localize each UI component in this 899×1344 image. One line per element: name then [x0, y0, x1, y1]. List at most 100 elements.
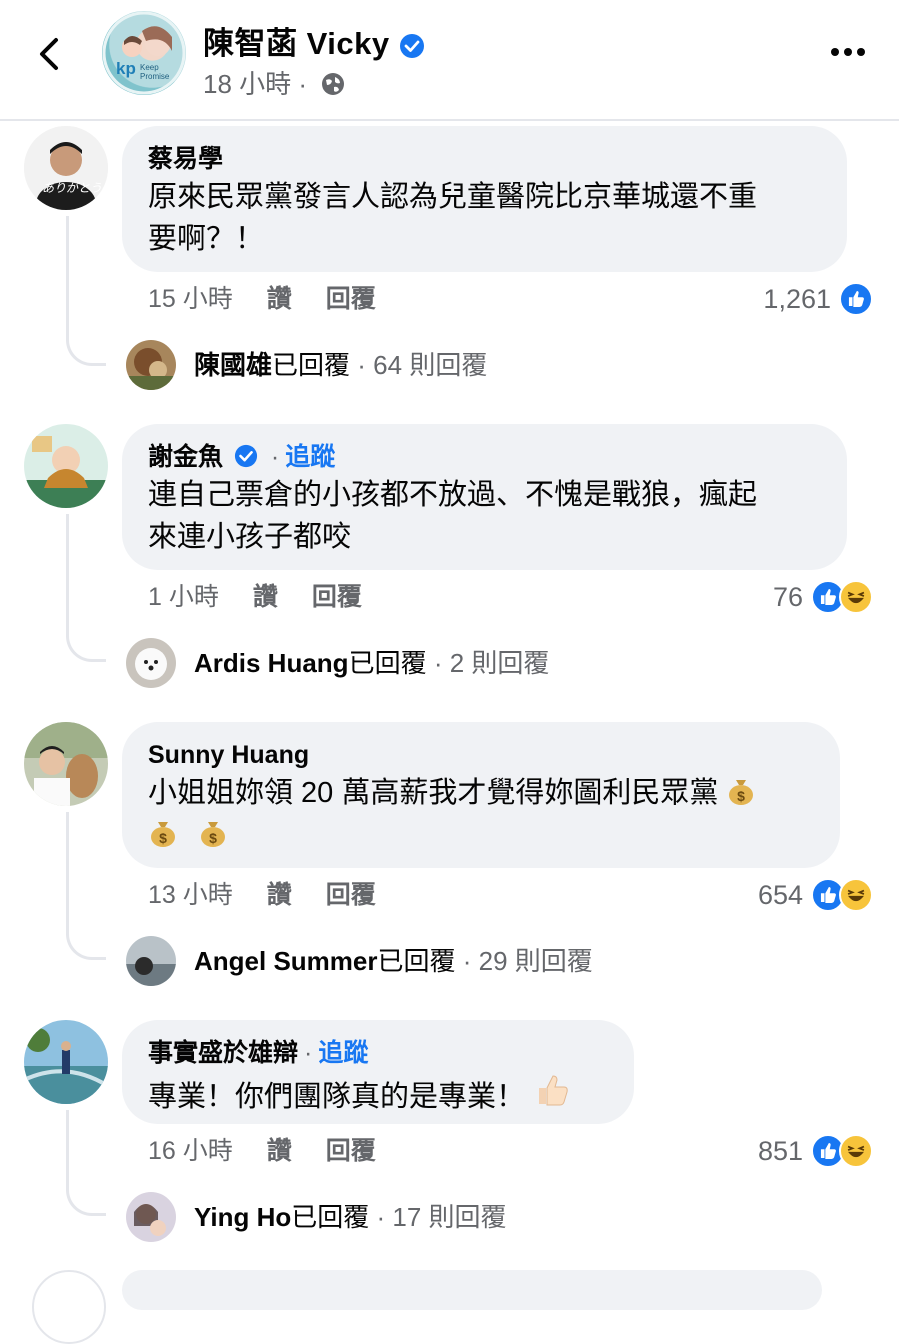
reply-count: 17 則回覆: [392, 1202, 507, 1232]
comment-actions: 1 小時 讚 回覆: [148, 580, 362, 614]
comment-actions: 13 小時 讚 回覆: [148, 878, 376, 912]
reply-separator: ·: [433, 648, 443, 678]
like-button[interactable]: 讚: [267, 1137, 292, 1165]
reply-author: Ying Ho: [194, 1202, 292, 1232]
reaction-summary[interactable]: 654: [758, 878, 873, 912]
reaction-count: 654: [757, 880, 803, 910]
svg-text:$: $: [209, 830, 217, 846]
replied-label: 已回覆: [377, 946, 456, 976]
like-button[interactable]: 讚: [253, 583, 278, 611]
commenter-avatar[interactable]: [24, 424, 108, 508]
keep-promise-text: Keep Promise: [140, 63, 170, 81]
comment-author[interactable]: Sunny Huang: [148, 738, 814, 772]
meta-separator: ·: [298, 69, 308, 99]
comment-author[interactable]: 謝金魚 · 追蹤: [148, 440, 821, 474]
reaction-summary[interactable]: 1,261: [763, 282, 873, 316]
comment-time[interactable]: 13 小時: [148, 881, 233, 909]
money-bag-icon: $: [729, 780, 754, 805]
reply-author: 陳國雄: [194, 350, 273, 380]
reaction-count: 76: [772, 582, 803, 612]
view-replies-link[interactable]: Ying Ho已回覆 · 17 則回覆: [194, 1200, 507, 1234]
haha-reaction-icon: [839, 878, 873, 912]
like-reaction-icon: [839, 282, 873, 316]
keep-promise-logo: kp: [116, 59, 136, 78]
header-divider: [0, 119, 899, 121]
reply-count: 29 則回覆: [478, 946, 593, 976]
reply-avatar[interactable]: [126, 936, 176, 986]
reply-separator: ·: [357, 350, 366, 380]
comment-bubble[interactable]: 事實盛於雄辯 · 追蹤 專業！你們團隊真的是專業！: [122, 1020, 634, 1124]
follow-button[interactable]: 追蹤: [318, 1039, 368, 1067]
commenter-avatar[interactable]: [24, 1020, 108, 1104]
comment-time[interactable]: 15 小時: [148, 285, 233, 313]
back-icon[interactable]: [34, 36, 66, 72]
thread-line: [66, 514, 106, 662]
reply-separator: ·: [462, 946, 472, 976]
reply-separator: ·: [376, 1202, 386, 1232]
follow-button[interactable]: 追蹤: [285, 443, 335, 471]
post-header: kp Keep Promise 陳智菡 Vicky 18 小時 ·: [0, 0, 899, 120]
svg-text:ありがとう: ありがとう: [42, 181, 102, 195]
author-separator: ·: [270, 443, 280, 471]
comment-bubble[interactable]: 謝金魚 · 追蹤 連自己票倉的小孩都不放過、不愧是戰狼，瘋起 來連小孩子都咬: [122, 424, 847, 570]
thumbs-up-icon: [539, 1075, 568, 1106]
svg-text:$: $: [159, 830, 167, 846]
thread-line: [66, 216, 106, 366]
more-icon[interactable]: [830, 46, 866, 58]
reply-avatar[interactable]: [126, 1192, 176, 1242]
next-commenter-avatar[interactable]: [32, 1270, 106, 1344]
comment-text: 原來民眾黨發言人認為兒童醫院比京華城還不重: [148, 181, 758, 213]
comment-author[interactable]: 事實盛於雄辯 · 追蹤: [148, 1036, 608, 1070]
reply-count: 2 則回覆: [449, 648, 550, 678]
comment-text-line2: 來連小孩子都咬: [148, 521, 352, 553]
reply-button[interactable]: 回覆: [326, 1137, 376, 1165]
reaction-summary[interactable]: 851: [758, 1134, 873, 1168]
page-name-text: 陳智菡 Vicky: [203, 26, 390, 61]
globe-icon: [322, 73, 345, 95]
comment-time[interactable]: 16 小時: [148, 1137, 233, 1165]
page-name[interactable]: 陳智菡 Vicky: [203, 18, 425, 63]
commenter-avatar[interactable]: [24, 722, 108, 806]
like-button[interactable]: 讚: [267, 881, 292, 909]
reply-avatar[interactable]: [126, 340, 176, 390]
comment-text-line2: 要啊？！: [148, 223, 265, 255]
next-comment-bubble[interactable]: [122, 1270, 822, 1310]
author-separator: ·: [304, 1039, 313, 1067]
like-button[interactable]: 讚: [267, 285, 292, 313]
comment-bubble[interactable]: 蔡易學 原來民眾黨發言人認為兒童醫院比京華城還不重 要啊？！: [122, 126, 847, 272]
reply-author: Ardis Huang: [194, 648, 349, 678]
reply-avatar[interactable]: [126, 638, 176, 688]
haha-reaction-icon: [839, 580, 873, 614]
comment-author[interactable]: 蔡易學: [148, 142, 821, 176]
replied-label: 已回覆: [272, 350, 351, 380]
page-avatar[interactable]: kp Keep Promise: [102, 11, 186, 95]
view-replies-link[interactable]: Ardis Huang已回覆 · 2 則回覆: [194, 646, 549, 680]
replied-label: 已回覆: [348, 648, 427, 678]
thread-line: [66, 1110, 106, 1216]
comment-text: 專業！你們團隊真的是專業！: [148, 1070, 608, 1118]
money-bag-icon: $: [151, 822, 175, 847]
comment-bubble[interactable]: Sunny Huang 小姐姐妳領 20 萬高薪我才覺得妳圖利民眾黨 $ $ $: [122, 722, 840, 868]
haha-reaction-icon: [839, 1134, 873, 1168]
comment-text: 連自己票倉的小孩都不放過、不愧是戰狼，瘋起: [148, 479, 758, 511]
thread-line: [66, 812, 106, 960]
reaction-count: 1,261: [763, 284, 831, 314]
comment-time[interactable]: 1 小時: [148, 583, 219, 611]
comment-actions: 16 小時 讚 回覆: [148, 1134, 376, 1168]
reply-count: 64 則回覆: [373, 350, 488, 380]
reply-author: Angel Summer: [194, 946, 378, 976]
view-replies-link[interactable]: 陳國雄已回覆 · 64 則回覆: [194, 348, 487, 382]
view-replies-link[interactable]: Angel Summer已回覆 · 29 則回覆: [194, 944, 593, 978]
post-meta: 18 小時 ·: [203, 64, 346, 101]
reaction-summary[interactable]: 76: [773, 580, 873, 614]
comment-text: 小姐姐妳領 20 萬高薪我才覺得妳圖利民眾黨 $: [148, 772, 814, 814]
reaction-count: 851: [757, 1136, 803, 1166]
reply-button[interactable]: 回覆: [326, 285, 376, 313]
verified-icon: [234, 444, 258, 468]
comment-actions: 15 小時 讚 回覆: [148, 282, 376, 316]
verified-icon: [399, 33, 424, 58]
reply-button[interactable]: 回覆: [326, 881, 376, 909]
comment-emoji-line: $ $: [148, 814, 814, 856]
reply-button[interactable]: 回覆: [312, 583, 362, 611]
commenter-avatar[interactable]: ありがとう: [24, 126, 108, 210]
